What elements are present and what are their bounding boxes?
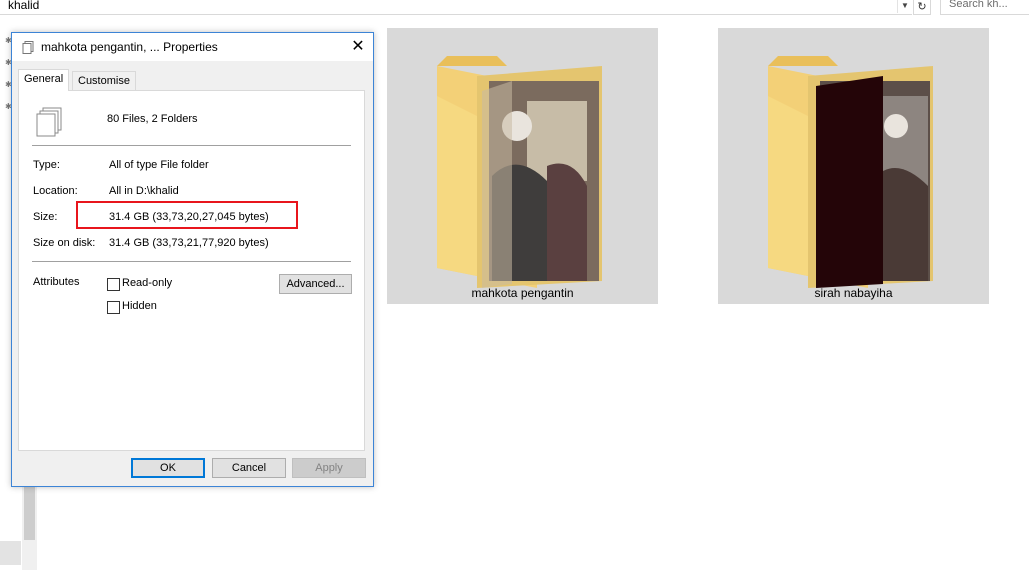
dialog-title: mahkota pengantin, ... Properties <box>41 40 218 54</box>
size-label: Size: <box>33 211 58 223</box>
chevron-down-icon[interactable]: ▼ <box>897 0 912 13</box>
advanced-button[interactable]: Advanced... <box>279 274 352 294</box>
attributes-label: Attributes <box>33 276 80 288</box>
scrollbar-thumb[interactable] <box>24 480 35 540</box>
folder-name[interactable]: sirah nabayiha <box>718 286 989 300</box>
search-input[interactable]: Search kh... <box>940 0 1029 15</box>
general-panel: 80 Files, 2 Folders Type: All of type Fi… <box>18 90 365 451</box>
refresh-icon[interactable]: ↻ <box>913 0 931 15</box>
multiple-files-icon <box>36 107 62 137</box>
close-icon: ✕ <box>351 38 365 55</box>
type-value: All of type File folder <box>109 159 209 171</box>
folder-thumbnail-icon <box>437 56 602 288</box>
cancel-button[interactable]: Cancel <box>212 458 286 478</box>
item-count-summary: 80 Files, 2 Folders <box>107 113 198 125</box>
files-icon <box>22 41 34 54</box>
hidden-checkbox[interactable] <box>107 301 120 314</box>
divider <box>32 145 351 146</box>
nav-pane-scrollbar[interactable] <box>22 480 37 570</box>
ok-button[interactable]: OK <box>131 458 205 478</box>
apply-button[interactable]: Apply <box>292 458 366 478</box>
tab-general[interactable]: General <box>18 69 70 91</box>
close-button[interactable]: ✕ <box>343 33 373 61</box>
address-path[interactable]: khalid <box>8 0 39 12</box>
location-value: All in D:\khalid <box>109 185 179 197</box>
size-on-disk-label: Size on disk: <box>33 237 96 249</box>
tab-customise[interactable]: Customise <box>72 71 136 90</box>
divider <box>32 261 351 262</box>
size-on-disk-value: 31.4 GB (33,73,21,77,920 bytes) <box>109 237 269 249</box>
dialog-titlebar[interactable]: mahkota pengantin, ... Properties ✕ <box>12 33 373 61</box>
folder-name[interactable]: mahkota pengantin <box>387 286 658 300</box>
size-highlight-box <box>76 201 298 229</box>
folder-tile[interactable]: sirah nabayiha <box>718 28 989 304</box>
readonly-label[interactable]: Read-only <box>122 277 172 289</box>
properties-dialog: mahkota pengantin, ... Properties ✕ Gene… <box>11 32 374 487</box>
address-bar[interactable]: khalid ▼ <box>0 0 912 15</box>
nav-pane-corner <box>0 541 21 565</box>
location-label: Location: <box>33 185 78 197</box>
tab-strip: General Customise <box>18 69 358 91</box>
search-placeholder: Search kh... <box>949 0 1008 10</box>
folder-thumbnail-icon <box>768 56 933 288</box>
hidden-label[interactable]: Hidden <box>122 300 157 312</box>
readonly-checkbox[interactable] <box>107 278 120 291</box>
type-label: Type: <box>33 159 60 171</box>
folder-tile[interactable]: mahkota pengantin <box>387 28 658 304</box>
